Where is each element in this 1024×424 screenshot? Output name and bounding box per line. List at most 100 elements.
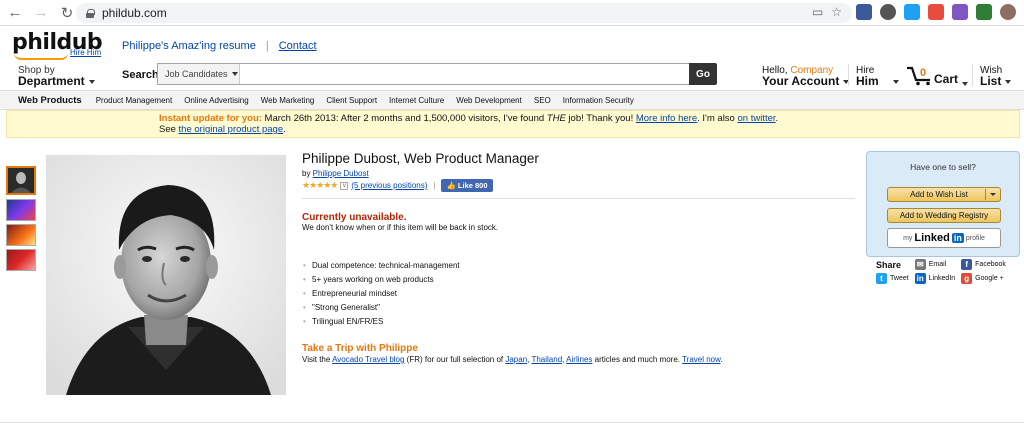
linkedin-profile-button[interactable]: my Linked in profile (887, 228, 1001, 248)
category-internet-culture[interactable]: Internet Culture (389, 96, 444, 105)
resume-link[interactable]: Philippe's Amaz'ing resume (122, 40, 256, 52)
share-linkedin[interactable]: in LinkedIn (914, 273, 956, 284)
chevron-down-icon[interactable]: v (340, 181, 349, 190)
cast-icon[interactable]: ▭ (812, 5, 823, 19)
separator: | (433, 181, 436, 190)
thailand-link[interactable]: Thailand (531, 355, 562, 364)
extension-icon[interactable] (856, 4, 872, 20)
extension-icon[interactable] (952, 4, 968, 20)
extension-icon[interactable] (976, 4, 992, 20)
notice-text: See (159, 124, 179, 135)
chevron-down-icon[interactable] (990, 193, 996, 196)
twitter-link[interactable]: on twitter (737, 113, 775, 124)
category-web-marketing[interactable]: Web Marketing (261, 96, 315, 105)
hire-him-menu[interactable]: Hire Him (856, 65, 899, 88)
wish-button-label: Add to Wish List (910, 190, 968, 199)
search-category-select[interactable]: Job Candidates (158, 64, 240, 84)
share-google-plus[interactable]: g Google + (961, 273, 1006, 284)
department-label: Department (18, 74, 85, 88)
category-information-security[interactable]: Information Security (563, 96, 634, 105)
author-link[interactable]: Philippe Dubost (313, 169, 369, 178)
wish-list-menu[interactable]: Wish List (980, 65, 1012, 88)
facebook-label: Facebook (975, 261, 1006, 268)
logo-hire-link[interactable]: Hire Him (70, 48, 101, 57)
extension-icon[interactable] (928, 4, 944, 20)
add-to-wedding-registry-button[interactable]: Add to Wedding Registry (887, 208, 1001, 223)
forward-arrow-icon[interactable]: → (30, 2, 52, 24)
reviews-link[interactable]: (5 previous positions) (351, 181, 427, 190)
logo-smile-icon (14, 53, 68, 60)
reload-icon[interactable]: ↻ (56, 2, 78, 24)
availability-status: Currently unavailable. (302, 212, 407, 223)
chevron-down-icon (1005, 80, 1012, 85)
add-to-wish-list-button[interactable]: Add to Wish List (887, 187, 1001, 202)
list-item: "Strong Generalist" (302, 303, 460, 312)
sell-box: Have one to sell? Add to Wish List Add t… (866, 151, 1020, 257)
original-page-link[interactable]: the original product page (179, 124, 284, 135)
product-photo[interactable] (46, 155, 286, 395)
notice-text: . (283, 124, 286, 135)
extensions-bar (856, 4, 1024, 20)
him-label: Him (856, 74, 879, 88)
category-client-support[interactable]: Client Support (326, 96, 377, 105)
thumbnail-image[interactable] (6, 224, 36, 246)
avocado-travel-link[interactable]: Avocado Travel blog (332, 355, 404, 364)
search-input[interactable] (242, 65, 682, 83)
cart-button[interactable]: 0 Cart (906, 64, 969, 86)
go-button[interactable]: Go (689, 63, 717, 85)
address-bar[interactable]: phildub.com ▭ ☆ (76, 3, 852, 23)
japan-link[interactable]: Japan (505, 355, 527, 364)
rating-stars-icon[interactable]: ★★★★★ (302, 180, 338, 191)
linkedin-label: LinkedIn (928, 275, 956, 282)
back-arrow-icon[interactable]: ← (4, 2, 26, 24)
account-menu[interactable]: Hello, Company Your Account (762, 65, 850, 88)
feature-list: Dual competence: technical-management 5+… (302, 261, 460, 331)
travel-now-link[interactable]: Travel now (682, 355, 720, 364)
list-item: Entrepreneurial mindset (302, 289, 460, 298)
thumbnail-portrait[interactable] (6, 166, 36, 195)
twitter-icon: t (876, 273, 887, 284)
link-separator: | (265, 40, 269, 52)
facebook-like-button[interactable]: 👍 Like 800 (441, 179, 493, 192)
rating-row: ★★★★★ v (5 previous positions) | 👍 Like … (302, 179, 493, 192)
contact-link[interactable]: Contact (279, 40, 317, 52)
extension-icon[interactable] (904, 4, 920, 20)
thumbnail-strip (6, 166, 38, 274)
more-info-link[interactable]: More info here (636, 113, 697, 124)
linkedin-my-label: my (903, 234, 913, 242)
divider (972, 64, 973, 86)
profile-avatar-icon[interactable] (1000, 4, 1016, 20)
linkedin-profile-label: profile (965, 234, 985, 242)
your-account-label: Your Account (762, 74, 840, 88)
category-product-management[interactable]: Product Management (96, 96, 173, 105)
thumbs-up-icon: 👍 (446, 181, 458, 190)
category-nav: Web Products Product Management Online A… (0, 90, 1024, 110)
bookmark-star-icon[interactable]: ☆ (831, 5, 842, 19)
notice-text: . (775, 113, 779, 124)
category-seo[interactable]: SEO (534, 96, 551, 105)
category-web-products[interactable]: Web Products (18, 95, 82, 106)
category-web-development[interactable]: Web Development (456, 96, 522, 105)
airlines-link[interactable]: Airlines (566, 355, 592, 364)
trip-text-part: . (720, 355, 723, 364)
share-facebook[interactable]: f Facebook (961, 259, 1006, 270)
thumbnail-image[interactable] (6, 249, 36, 271)
extension-icon[interactable] (880, 4, 896, 20)
thumbnail-image[interactable] (6, 199, 36, 221)
linkedin-icon: in (951, 233, 964, 243)
share-twitter[interactable]: t Tweet (876, 273, 909, 284)
share-email[interactable]: ✉ Email (914, 259, 955, 270)
site-header: phildub Hire Him Philippe's Amaz'ing res… (0, 27, 1024, 90)
search-category-value: Job Candidates (165, 69, 228, 79)
update-notice: Instant update for you: March 26th 2013:… (6, 110, 1020, 138)
shop-by-department[interactable]: Shop by Department (18, 65, 95, 88)
search-label: Search (122, 69, 159, 81)
facebook-icon: f (961, 259, 973, 270)
sell-box-header: Have one to sell? (910, 162, 976, 172)
cart-label: Cart (934, 72, 959, 86)
email-icon: ✉ (914, 259, 926, 270)
category-online-advertising[interactable]: Online Advertising (184, 96, 248, 105)
trip-text: Visit the Avocado Travel blog (FR) for o… (302, 355, 723, 364)
google-label: Google + (975, 275, 1004, 282)
divider (848, 64, 849, 86)
